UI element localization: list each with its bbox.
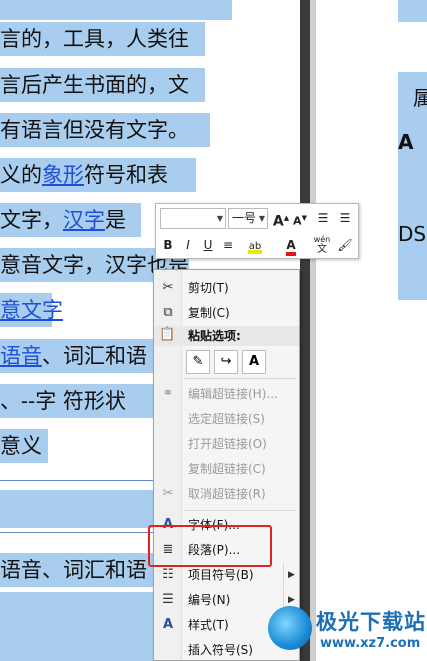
document-text: 属 xyxy=(413,86,427,110)
hyperlink[interactable]: 象形 xyxy=(42,163,84,187)
menu-item-remove-hyperlink[interactable]: ✂ 取消超链接(R) xyxy=(154,482,299,506)
document-text: A xyxy=(398,130,414,154)
document-text: 义的 xyxy=(0,163,42,187)
align-center-icon[interactable]: ≡ xyxy=(219,235,237,255)
chevron-right-icon[interactable]: ▶ xyxy=(283,563,299,587)
document-line[interactable]: 文字，汉字是 xyxy=(0,203,141,237)
document-line[interactable] xyxy=(0,490,155,528)
chevron-down-icon: ▼ xyxy=(258,214,265,223)
font-size-value: 一号 xyxy=(232,211,257,225)
document-line[interactable]: 言后产生书面的，文 xyxy=(0,68,205,102)
watermark-url: www.xz7.com xyxy=(320,636,421,651)
watermark: 极光下载站 www.xz7.com xyxy=(268,600,427,661)
menu-item-select-hyperlink[interactable]: 选定超链接(S) xyxy=(154,407,299,431)
paste-keep-source-icon[interactable]: ✎ xyxy=(186,350,210,374)
document-line[interactable]: 意文字 xyxy=(0,293,63,327)
hyperlink[interactable]: 意文字 xyxy=(0,298,63,322)
menu-separator xyxy=(184,378,296,379)
paste-text-only-icon[interactable]: A xyxy=(242,350,266,374)
hyperlink[interactable]: 语音 xyxy=(0,344,42,368)
menu-item-edit-hyperlink[interactable]: ⚭ 编辑超链接(H)... xyxy=(154,382,299,406)
hyperlink[interactable]: 汉字 xyxy=(63,208,105,232)
menu-item-cut[interactable]: ✂ 剪切(T) xyxy=(154,276,299,300)
numbering-icon: ☰ xyxy=(162,592,174,607)
document-text: 、--字 符形状 xyxy=(0,389,126,413)
document-text: 意义 xyxy=(0,434,42,458)
document-text: 言后产生书面的，文 xyxy=(0,73,189,97)
document-line[interactable]: 、--字 符形状 xyxy=(0,384,155,418)
increase-indent-icon[interactable]: ☰ xyxy=(336,208,354,228)
paste-icon: 📋 xyxy=(159,327,176,342)
font-name-combo[interactable]: ▼ xyxy=(160,208,226,229)
menu-item-copy-hyperlink[interactable]: 复制超链接(C) xyxy=(154,457,299,481)
highlight-annotation-box xyxy=(148,525,272,567)
font-size-combo[interactable]: 一号 ▼ xyxy=(228,208,268,229)
shrink-font-button[interactable]: A▼ xyxy=(291,208,309,228)
decrease-indent-icon[interactable]: ☰ xyxy=(314,208,332,228)
scissors-icon: ✂ xyxy=(162,280,174,295)
document-text: DS xyxy=(398,222,427,246)
mini-toolbar: ▼ 一号 ▼ A▲ A▼ ☰ ☰ B I U ≡ ab A wén 文 🖌 xyxy=(155,203,359,259)
menu-item-open-hyperlink[interactable]: 打开超链接(O) xyxy=(154,432,299,456)
link-icon: ⚭ xyxy=(162,386,174,401)
paste-options-header: 📋 粘贴选项: xyxy=(154,326,299,346)
site-logo-icon xyxy=(268,606,312,650)
underline-button[interactable]: U xyxy=(199,235,217,255)
italic-button[interactable]: I xyxy=(179,235,197,255)
highlighter-icon: ab xyxy=(248,241,262,254)
document-line[interactable]: 义的象形符号和表 xyxy=(0,158,196,192)
document-line[interactable] xyxy=(0,592,155,661)
document-text: 言的，工具，人类往 xyxy=(0,27,189,51)
document-page-right[interactable]: 属 A DS xyxy=(316,0,427,661)
menu-separator xyxy=(184,510,296,511)
grow-font-button[interactable]: A▲ xyxy=(272,208,290,230)
unlink-icon: ✂ xyxy=(162,486,174,501)
document-text: 符号和表 xyxy=(84,163,168,187)
document-text: 、词汇和语 xyxy=(42,558,147,582)
highlight-color-button[interactable]: ab xyxy=(242,235,268,255)
bold-button[interactable]: B xyxy=(159,235,177,255)
document-line[interactable]: 意义 xyxy=(0,429,48,463)
document-text: 文字， xyxy=(0,208,63,232)
document-line[interactable]: 言的，工具，人类往 xyxy=(0,22,205,56)
document-line[interactable]: 有语言但没有文字。 xyxy=(0,113,210,147)
document-text: 有语言但没有文字。 xyxy=(0,118,189,142)
document-line[interactable] xyxy=(0,0,232,20)
document-text: 语音 xyxy=(0,558,42,582)
format-painter-icon[interactable]: 🖌 xyxy=(336,235,354,255)
document-line[interactable]: 语音、词汇和语 xyxy=(0,553,155,587)
watermark-name: 极光下载站 xyxy=(316,610,426,634)
paste-merge-icon[interactable]: ↪ xyxy=(214,350,238,374)
page-gap xyxy=(300,0,310,661)
selection-block xyxy=(398,0,427,22)
phonetic-guide-button[interactable]: wén 文 xyxy=(311,235,333,255)
menu-item-copy[interactable]: ⧉ 复制(C) xyxy=(154,301,299,325)
bullets-icon: ☷ xyxy=(162,567,174,582)
font-color-button[interactable]: A xyxy=(280,235,302,256)
document-text: 是 xyxy=(105,208,126,232)
chevron-down-icon: ▼ xyxy=(216,214,223,223)
styles-icon: A xyxy=(162,617,174,632)
document-line[interactable]: 语音、词汇和语 xyxy=(0,339,155,373)
copy-icon: ⧉ xyxy=(163,305,173,320)
document-text: 、词汇和语 xyxy=(42,344,147,368)
